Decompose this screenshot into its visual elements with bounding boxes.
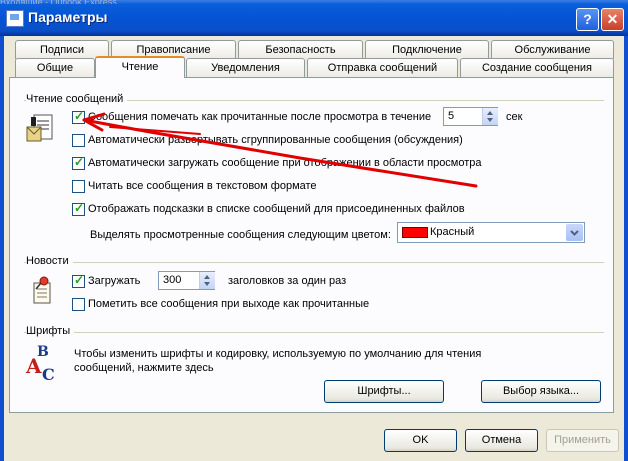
divider (24, 332, 604, 333)
headers-value: 300 (163, 274, 182, 286)
fonts-description-line2: сообщений, нажмите здесь (74, 362, 214, 374)
mark-all-read-checkbox[interactable] (72, 298, 85, 311)
fonts-abc-icon: B A C (24, 343, 60, 384)
apply-button[interactable]: Применить (546, 429, 619, 452)
cancel-button[interactable]: Отмена (465, 429, 538, 452)
tab-reading[interactable]: Чтение (95, 56, 185, 78)
download-news-label: Загружать (88, 275, 141, 287)
newspaper-pin-icon (28, 275, 58, 305)
headers-stepper[interactable]: 300 (158, 271, 215, 290)
language-button[interactable]: Выбор языка... (481, 380, 601, 403)
download-news-checkbox[interactable] (72, 273, 85, 288)
divider (24, 262, 604, 263)
spin-up-icon[interactable] (204, 275, 210, 279)
mark-all-read-label: Пометить все сообщения при выходе как пр… (88, 298, 370, 310)
section-title-fonts: Шрифты (26, 325, 75, 337)
fonts-button[interactable]: Шрифты... (324, 380, 444, 403)
fonts-description-line1: Чтобы изменить шрифты и кодировку, испол… (74, 348, 482, 360)
svg-text:C: C (42, 365, 55, 383)
section-title-news: Новости (26, 255, 73, 267)
headers-suffix: заголовков за один раз (228, 275, 347, 287)
spin-down-icon[interactable] (204, 282, 210, 286)
ok-button[interactable]: OK (384, 429, 457, 452)
svg-text:A: A (25, 354, 42, 378)
